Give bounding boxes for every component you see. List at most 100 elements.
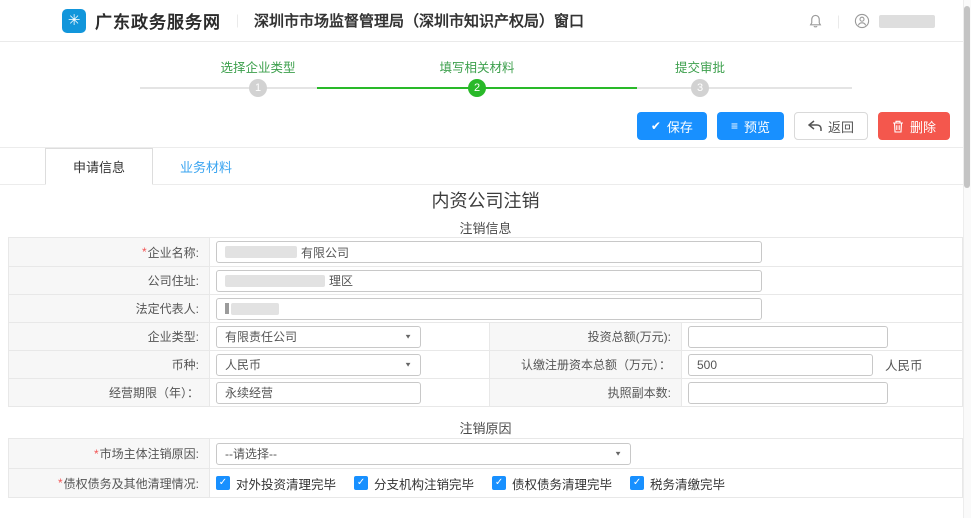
business-term-input[interactable]: 永续经营 — [216, 382, 421, 404]
checkbox-foreign-investment-cleared[interactable]: ✓ 对外投资清理完毕 — [216, 474, 336, 493]
label-text: 企业名称: — [148, 244, 199, 261]
page-title: 内资公司注销 — [8, 187, 963, 213]
section-heading-registration-info: 注销信息 — [8, 218, 963, 237]
bell-icon[interactable] — [808, 13, 823, 29]
total-investment-label: 投资总额(万元): — [489, 323, 681, 350]
business-term-cell: 永续经营 — [209, 379, 489, 406]
company-type-cell: 有限责任公司 ▼ — [209, 323, 489, 350]
caret-down-icon: ▼ — [404, 333, 412, 340]
select-value: 人民币 — [225, 356, 261, 373]
label-text: 投资总额(万元): — [588, 328, 671, 345]
page: ✳ 广东政务服务网 ｜ 深圳市市场监督管理局（深圳市知识产权局）窗口 ｜ 选择企… — [0, 0, 971, 518]
redacted-value — [225, 275, 325, 287]
back-button[interactable]: 返回 — [794, 112, 868, 140]
company-type-label: 企业类型: — [9, 323, 209, 350]
checkbox-label: 分支机构注销完毕 — [374, 474, 474, 493]
table-row: * 企业名称: 有限公司 — [9, 238, 962, 266]
currency-select[interactable]: 人民币 ▼ — [216, 354, 421, 376]
label-text: 执照副本数: — [608, 384, 671, 401]
cleanup-checkbox-group: ✓ 对外投资清理完毕 ✓ 分支机构注销完毕 ✓ 债权债务清理完毕 ✓ 税务清缴完… — [216, 474, 725, 493]
currency-label: 币种: — [9, 351, 209, 378]
total-investment-cell — [681, 323, 962, 350]
scrollbar-thumb[interactable] — [964, 6, 970, 188]
license-copies-cell — [681, 379, 962, 406]
table-row: 币种: 人民币 ▼ 认缴注册资本总额（万元）： 500 人民币 — [9, 350, 962, 378]
select-value: 有限责任公司 — [225, 328, 297, 345]
cleanup-status-label: * 债权债务及其他清理情况: — [9, 469, 209, 497]
checkbox-taxes-settled[interactable]: ✓ 税务清缴完毕 — [630, 474, 725, 493]
business-term-label: 经营期限（年）： — [9, 379, 209, 406]
caret-down-icon: ▼ — [404, 361, 412, 368]
select-value: --请选择-- — [225, 445, 277, 462]
legal-representative-input[interactable] — [216, 298, 762, 320]
checkbox-debts-cleared[interactable]: ✓ 债权债务清理完毕 — [492, 474, 612, 493]
delete-button-label: 删除 — [910, 117, 936, 136]
subscribed-capital-cell: 500 人民币 — [681, 351, 962, 378]
header-right: ｜ — [808, 0, 935, 42]
delete-button[interactable]: 删除 — [878, 112, 950, 140]
trash-icon — [892, 120, 904, 133]
step-label-2: 填写相关材料 — [407, 57, 547, 76]
save-button[interactable]: ✔ 保存 — [637, 112, 707, 140]
redacted-value — [225, 246, 297, 258]
table-row: 企业类型: 有限责任公司 ▼ 投资总额(万元): — [9, 322, 962, 350]
caret-down-icon: ▼ — [614, 450, 622, 457]
license-copies-input[interactable] — [688, 382, 888, 404]
checkbox-checked-icon: ✓ — [216, 476, 230, 490]
tab-application-info[interactable]: 申请信息 — [45, 148, 153, 185]
preview-button-label: 预览 — [744, 117, 770, 136]
legal-representative-cell — [209, 295, 962, 322]
label-text: 债权债务及其他清理情况: — [64, 475, 199, 492]
partially-visible-char — [225, 303, 229, 314]
step-label-1: 选择企业类型 — [188, 57, 328, 76]
list-icon: ≡ — [731, 120, 738, 132]
subscribed-capital-label: 认缴注册资本总额（万元）： — [489, 351, 681, 378]
table-row: 法定代表人: — [9, 294, 962, 322]
checkbox-branches-deregistered[interactable]: ✓ 分支机构注销完毕 — [354, 474, 474, 493]
step-label-3: 提交审批 — [630, 57, 770, 76]
department-window-title: 深圳市市场监督管理局（深圳市知识产权局）窗口 — [254, 10, 584, 31]
redacted-value — [231, 303, 279, 315]
step-circle-2: 2 — [468, 79, 486, 97]
company-name-input[interactable]: 有限公司 — [216, 241, 762, 263]
check-icon: ✔ — [651, 120, 661, 132]
checkbox-label: 对外投资清理完毕 — [236, 474, 336, 493]
tab-business-materials[interactable]: 业务材料 — [153, 148, 259, 184]
checkbox-label: 税务清缴完毕 — [650, 474, 725, 493]
table-row: 公司住址: 理区 — [9, 266, 962, 294]
header: ✳ 广东政务服务网 ｜ 深圳市市场监督管理局（深圳市知识产权局）窗口 ｜ — [0, 0, 963, 42]
step-circle-1: 1 — [249, 79, 267, 97]
required-asterisk: * — [58, 476, 63, 490]
required-asterisk: * — [94, 447, 99, 461]
portal-brand[interactable]: 广东政务服务网 — [95, 8, 221, 33]
company-name-cell: 有限公司 — [209, 238, 962, 266]
subscribed-capital-input[interactable]: 500 — [688, 354, 873, 376]
legal-representative-label: 法定代表人: — [9, 295, 209, 322]
company-type-select[interactable]: 有限责任公司 ▼ — [216, 326, 421, 348]
label-text: 市场主体注销原因: — [100, 445, 199, 462]
label-text: 经营期限（年）： — [109, 384, 199, 401]
user-avatar-icon[interactable] — [854, 13, 870, 29]
checkbox-label: 债权债务清理完毕 — [512, 474, 612, 493]
step-circle-3: 3 — [691, 79, 709, 97]
vertical-scrollbar[interactable] — [963, 0, 971, 518]
label-text: 认缴注册资本总额（万元）： — [521, 356, 671, 373]
company-address-input[interactable]: 理区 — [216, 270, 762, 292]
section-heading-dereg-reason: 注销原因 — [8, 418, 963, 437]
dereg-reason-table: * 市场主体注销原因: --请选择-- ▼ * 债权债务及其他清理情况: ✓ 对… — [8, 438, 963, 498]
input-value: 500 — [697, 358, 717, 372]
tab-bar: 申请信息 业务材料 — [0, 148, 963, 185]
label-text: 公司住址: — [148, 272, 199, 289]
total-investment-input[interactable] — [688, 326, 888, 348]
preview-button[interactable]: ≡ 预览 — [717, 112, 784, 140]
username-redacted[interactable] — [879, 15, 935, 28]
company-name-label: * 企业名称: — [9, 238, 209, 266]
header-right-divider: ｜ — [832, 12, 845, 31]
required-asterisk: * — [142, 245, 147, 259]
dereg-reason-label: * 市场主体注销原因: — [9, 439, 209, 468]
dereg-reason-select[interactable]: --请选择-- ▼ — [216, 443, 631, 465]
back-button-label: 返回 — [828, 117, 854, 136]
table-row: * 市场主体注销原因: --请选择-- ▼ — [9, 439, 962, 468]
gov-portal-logo-icon[interactable]: ✳ — [62, 9, 86, 33]
save-button-label: 保存 — [667, 117, 693, 136]
